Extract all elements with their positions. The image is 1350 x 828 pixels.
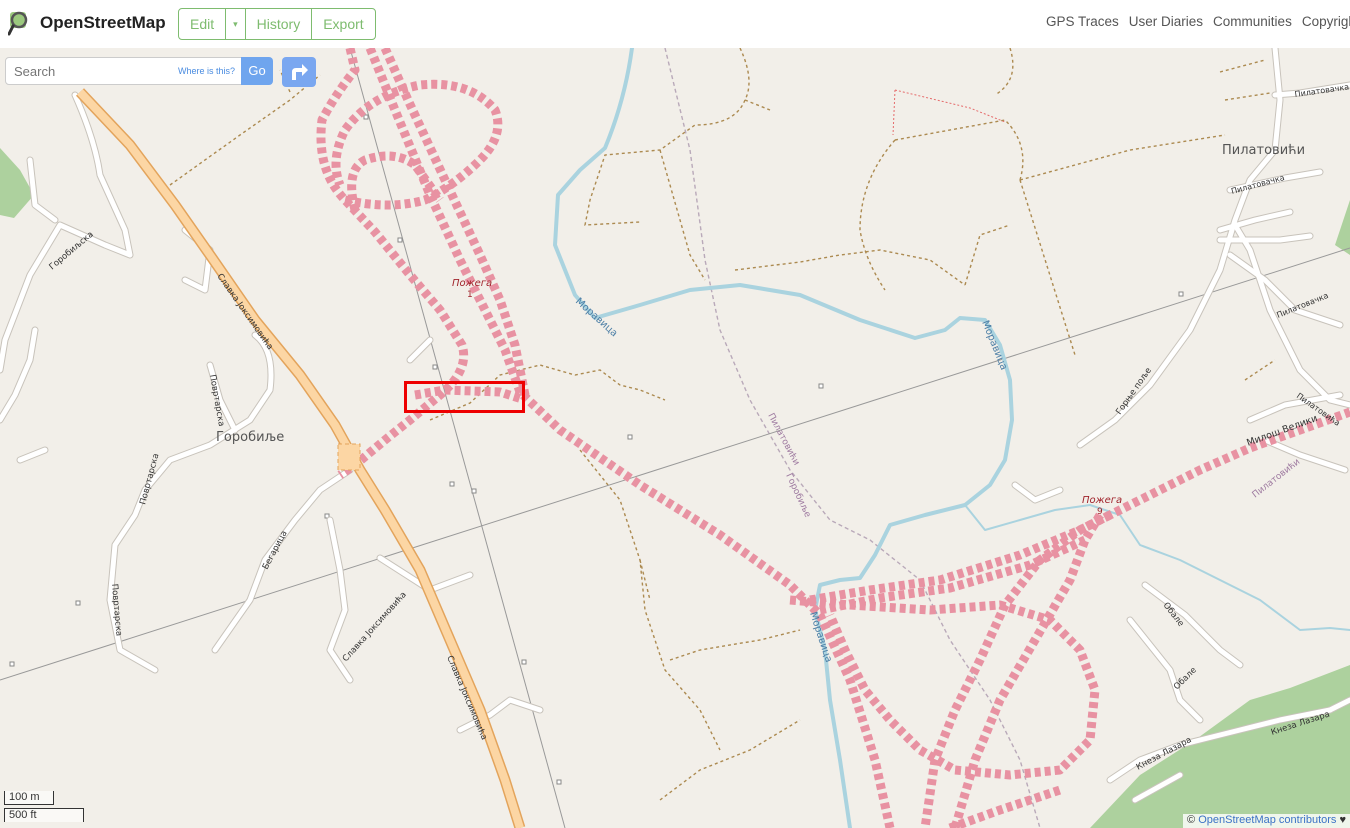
highlight-rectangle	[404, 381, 525, 413]
map-canvas[interactable]: Пожега 1 Пожега 9 Моравица Моравица Мора…	[0, 48, 1350, 828]
tab-edit[interactable]: Edit	[179, 9, 227, 39]
magnifier-map-icon	[8, 11, 28, 36]
forest-area	[1335, 200, 1350, 255]
boundary-label: Пилатовићи	[1251, 457, 1303, 500]
edit-dropdown-caret[interactable]: ▾	[226, 9, 246, 39]
nav-copyright[interactable]: Copyright	[1302, 14, 1350, 29]
top-nav: GPS Traces User Diaries Communities Copy…	[1046, 14, 1350, 29]
attribution: © OpenStreetMap contributors ♥	[1183, 814, 1350, 828]
where-is-this-link[interactable]: Where is this?	[178, 66, 235, 76]
nav-gps-traces[interactable]: GPS Traces	[1046, 14, 1119, 29]
street-label: Пилатовачка	[1230, 173, 1285, 196]
admin-boundary	[664, 48, 1041, 828]
tab-export[interactable]: Export	[312, 9, 374, 39]
river-label: Моравица	[573, 296, 619, 339]
map-label-pozega-1: Пожега	[452, 278, 492, 289]
street-label: Бегарица	[261, 529, 290, 571]
map-label-pozega-9-ref: 9	[1097, 507, 1103, 517]
go-button[interactable]: Go	[241, 57, 273, 85]
place-label-pilatovici: Пилатовићи	[1222, 143, 1305, 158]
rivers	[553, 48, 1350, 828]
header: OpenStreetMap Edit ▾ History Export GPS …	[0, 0, 1350, 48]
directions-icon	[292, 64, 308, 80]
residential-roads	[0, 48, 1350, 804]
scale-metric: 100 m	[4, 791, 54, 805]
search-input[interactable]	[6, 58, 187, 84]
street-label: Славка Јоксимовића	[341, 590, 409, 664]
street-label: Славка Јоксимовића	[215, 272, 275, 352]
attribution-link[interactable]: OpenStreetMap contributors	[1198, 814, 1336, 826]
edit-tabs: Edit ▾ History Export	[178, 8, 376, 40]
place-label-gorobilje: Горобиље	[216, 430, 284, 445]
map-label-pozega-9: Пожега	[1082, 495, 1122, 506]
attribution-prefix: ©	[1187, 814, 1196, 826]
logo[interactable]: OpenStreetMap	[8, 10, 166, 36]
boundary-label: Пилатовићи	[765, 412, 801, 468]
brand-name: OpenStreetMap	[40, 13, 166, 32]
nav-communities[interactable]: Communities	[1213, 14, 1292, 29]
junction-marker	[337, 443, 361, 471]
forest-area	[1090, 665, 1350, 828]
trunk-road	[75, 88, 526, 828]
nav-user-diaries[interactable]: User Diaries	[1129, 14, 1203, 29]
power-lines	[0, 48, 1350, 828]
heart-icon: ♥	[1339, 814, 1346, 826]
boundary-line	[892, 89, 896, 136]
street-label: Пилатовачка	[1294, 82, 1350, 99]
directions-button[interactable]	[282, 57, 316, 87]
scale-imperial: 500 ft	[4, 808, 84, 822]
search-box: Where is this?	[5, 57, 242, 85]
river-label: Моравица	[979, 319, 1009, 372]
tab-history[interactable]: History	[246, 9, 313, 39]
boundary-line	[894, 89, 1006, 123]
map-label-pozega-1-ref: 1	[467, 290, 473, 300]
